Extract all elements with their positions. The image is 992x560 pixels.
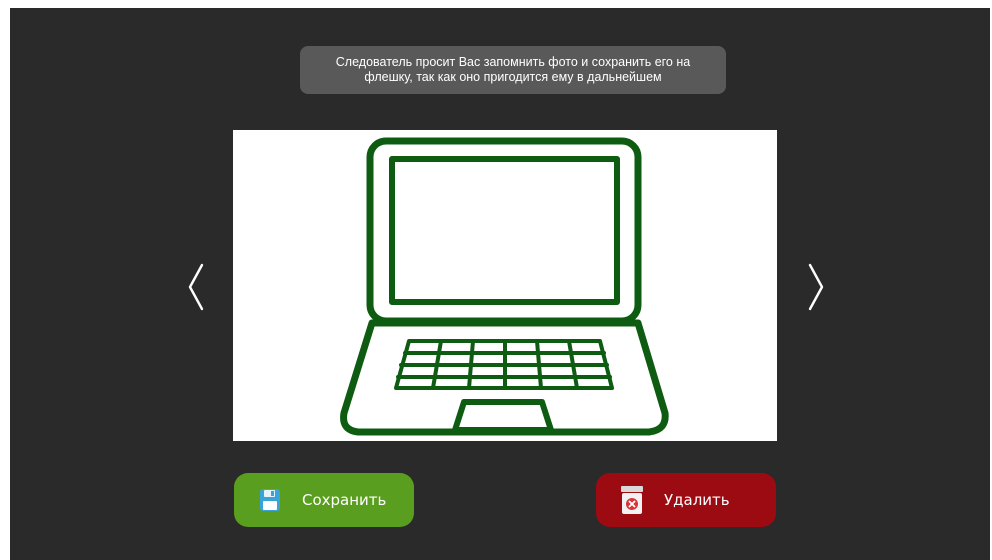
delete-button-label: Удалить <box>664 491 730 509</box>
instruction-line-1: Следователь просит Вас запомнить фото и … <box>335 55 691 69</box>
save-button[interactable]: Сохранить <box>234 473 414 527</box>
chevron-left-icon <box>188 263 204 311</box>
floppy-disk-icon <box>258 486 282 514</box>
trash-bin-icon <box>620 486 644 514</box>
game-screen: Следователь просит Вас запомнить фото и … <box>10 8 990 560</box>
laptop-icon <box>340 137 669 436</box>
chevron-right-icon <box>808 263 824 311</box>
delete-button[interactable]: Удалить <box>596 473 776 527</box>
instruction-line-2: флешку, так как оно пригодится ему в дал… <box>364 70 662 84</box>
laptop-keyboard <box>394 339 614 390</box>
previous-photo-button[interactable] <box>184 261 208 313</box>
laptop-touchpad <box>452 399 554 433</box>
instruction-text: Следователь просит Вас запомнить фото и … <box>336 55 690 85</box>
laptop-screen <box>389 156 620 305</box>
instruction-tooltip: Следователь просит Вас запомнить фото и … <box>300 46 726 94</box>
save-button-label: Сохранить <box>302 491 387 509</box>
laptop-lid <box>366 137 642 325</box>
next-photo-button[interactable] <box>804 261 828 313</box>
photo-frame <box>233 130 777 441</box>
